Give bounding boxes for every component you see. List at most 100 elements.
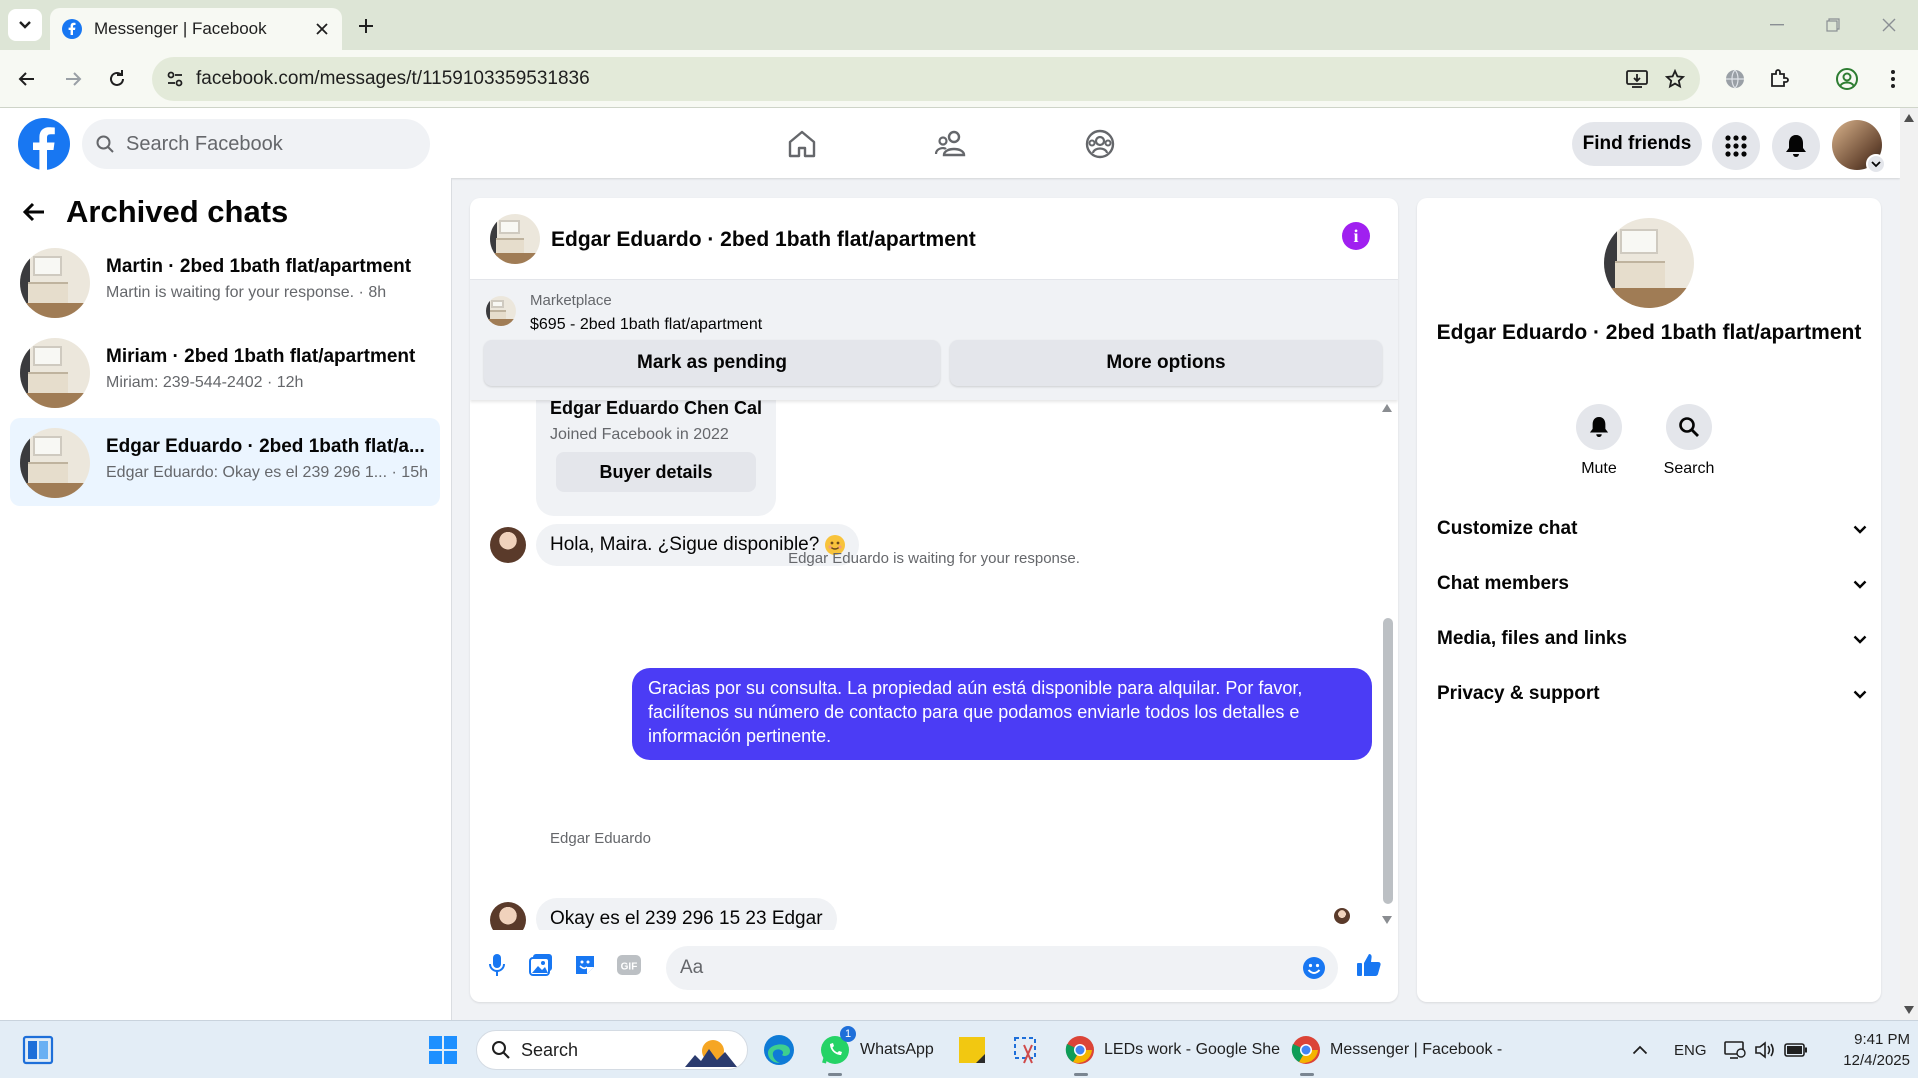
bookmark-star-icon[interactable] [1660, 64, 1690, 94]
gif-icon[interactable]: GIF [614, 950, 644, 980]
volume-icon[interactable] [1754, 1030, 1776, 1070]
photo-icon[interactable] [526, 950, 556, 980]
archived-chats-sidebar: Archived chats Martin · 2bed 1bath flat/… [0, 178, 452, 1020]
chat-name: Martin · 2bed 1bath flat/apartment [106, 256, 412, 277]
message-bubble-outgoing[interactable]: Gracias por su consulta. La propiedad aú… [632, 668, 1372, 760]
conversation-details-panel: Edgar Eduardo · 2bed 1bath flat/apartmen… [1417, 198, 1881, 1002]
listing-price-title[interactable]: $695 - 2bed 1bath flat/apartment [530, 316, 762, 334]
chevron-down-icon [1853, 525, 1867, 534]
sticker-icon[interactable] [570, 950, 600, 980]
notifications-bell-icon[interactable] [1772, 122, 1820, 170]
message-composer: GIF [470, 934, 1398, 1002]
facebook-top-nav: Find friends [0, 108, 1900, 178]
microphone-icon[interactable] [482, 950, 512, 980]
battery-icon[interactable] [1784, 1030, 1808, 1070]
chrome-window-label: LEDs work - Google She [1104, 1041, 1281, 1058]
listing-thumbnail[interactable] [490, 214, 540, 264]
buyer-details-button[interactable]: Buyer details [556, 452, 756, 492]
reload-icon[interactable] [100, 62, 134, 96]
chevron-down-icon [1853, 690, 1867, 699]
listing-thumbnail [486, 296, 516, 326]
media-files-links-section[interactable]: Media, files and links [1437, 614, 1867, 664]
address-bar[interactable]: facebook.com/messages/t/1159103359531836 [152, 57, 1700, 101]
restore-window-icon[interactable] [1808, 10, 1858, 40]
chat-scrollbar[interactable] [1380, 400, 1394, 930]
listing-thumbnail [20, 428, 90, 498]
avatar[interactable] [490, 902, 526, 930]
message-input-field[interactable] [666, 946, 1338, 990]
running-indicator [1300, 1073, 1314, 1076]
more-options-button[interactable]: More options [950, 340, 1382, 386]
page-scrollbar[interactable] [1900, 108, 1918, 1020]
mark-as-pending-button[interactable]: Mark as pending [484, 340, 940, 386]
friends-icon[interactable] [929, 122, 973, 166]
message-bubble-incoming[interactable]: Okay es el 239 296 15 23 Edgar [536, 898, 837, 930]
back-arrow-icon[interactable] [10, 62, 44, 96]
windows-start-icon[interactable] [428, 1030, 458, 1070]
browser-menu-icon[interactable] [1876, 62, 1910, 96]
message-list: Edgar Eduardo Chen Cal Joined Facebook i… [470, 400, 1398, 930]
emoji-icon[interactable] [1302, 956, 1326, 980]
new-tab-button[interactable] [350, 10, 382, 42]
facebook-favicon-icon [62, 19, 82, 39]
snipping-tool-icon[interactable] [1012, 1030, 1042, 1070]
details-title: Edgar Eduardo · 2bed 1bath flat/apartmen… [1436, 321, 1862, 344]
close-window-icon[interactable] [1864, 10, 1914, 40]
network-icon[interactable] [1724, 1030, 1746, 1070]
message-input[interactable] [680, 957, 1280, 979]
back-arrow-icon[interactable] [22, 201, 46, 223]
search-icon [96, 135, 114, 153]
tab-search-dropdown-button[interactable] [8, 9, 42, 41]
browser-tab-active[interactable]: Messenger | Facebook [50, 8, 342, 50]
mute-action[interactable]: Mute [1559, 404, 1639, 478]
tab-close-icon[interactable] [308, 15, 336, 43]
facebook-logo-icon[interactable] [18, 118, 70, 170]
profile-account-icon[interactable] [1830, 62, 1864, 96]
chat-list-item[interactable]: Martin · 2bed 1bath flat/apartment Marti… [10, 238, 440, 326]
globe-extension-icon[interactable] [1718, 62, 1752, 96]
listing-thumbnail[interactable] [1604, 218, 1694, 308]
customize-chat-section[interactable]: Customize chat [1437, 504, 1867, 554]
chat-list-item-active[interactable]: Edgar Eduardo · 2bed 1bath flat/a... Edg… [10, 418, 440, 506]
groups-icon[interactable] [1078, 122, 1122, 166]
chevron-down-icon [1853, 580, 1867, 589]
edge-browser-icon[interactable] [762, 1030, 796, 1070]
conversation-header: Edgar Eduardo · 2bed 1bath flat/apartmen… [470, 198, 1398, 280]
facebook-search-box[interactable] [82, 119, 430, 169]
find-friends-button[interactable]: Find friends [1572, 122, 1702, 166]
site-info-icon[interactable] [160, 64, 190, 94]
minimize-window-icon[interactable] [1752, 10, 1802, 40]
facebook-search-input[interactable] [126, 132, 406, 156]
whatsapp-taskbar-item[interactable]: WhatsApp 1 [818, 1026, 934, 1076]
forward-arrow-icon[interactable] [56, 62, 90, 96]
install-app-icon[interactable] [1622, 64, 1652, 94]
taskbar-search-box[interactable]: Search [476, 1030, 748, 1070]
home-icon[interactable] [780, 122, 824, 166]
chrome-sheets-taskbar-item[interactable]: LEDs work - Google She [1064, 1030, 1281, 1076]
thumbs-up-icon[interactable] [1354, 950, 1384, 980]
bell-icon[interactable] [1576, 404, 1622, 450]
marketplace-banner: Marketplace $695 - 2bed 1bath flat/apart… [470, 280, 1398, 400]
extensions-puzzle-icon[interactable] [1762, 62, 1796, 96]
system-clock[interactable]: 9:41 PM 12/4/2025 [1820, 1029, 1910, 1071]
chat-list-item[interactable]: Miriam · 2bed 1bath flat/apartment Miria… [10, 328, 440, 416]
chat-name: Miriam · 2bed 1bath flat/apartment [106, 346, 416, 367]
chat-members-section[interactable]: Chat members [1437, 559, 1867, 609]
listing-thumbnail [20, 338, 90, 408]
language-indicator[interactable]: ENG [1674, 1030, 1707, 1070]
sticky-notes-icon[interactable] [958, 1030, 986, 1070]
chat-preview: Edgar Eduardo: Okay es el 239 296 1... ·… [106, 464, 428, 481]
conversation-title[interactable]: Edgar Eduardo · 2bed 1bath flat/apartmen… [551, 228, 976, 252]
chevron-up-icon[interactable] [1632, 1030, 1648, 1070]
privacy-support-section[interactable]: Privacy & support [1437, 669, 1867, 719]
chevron-down-icon[interactable] [1866, 154, 1886, 174]
scrollbar-thumb[interactable] [1383, 618, 1393, 904]
chrome-messenger-taskbar-item[interactable]: Messenger | Facebook - [1290, 1030, 1502, 1076]
search-icon[interactable] [1666, 404, 1712, 450]
language-label: ENG [1674, 1041, 1707, 1059]
buyer-name: Edgar Eduardo Chen Cal [550, 400, 763, 418]
search-action[interactable]: Search [1649, 404, 1729, 478]
info-icon[interactable]: i [1342, 222, 1370, 250]
widgets-icon[interactable] [22, 1030, 54, 1070]
menu-grid-icon[interactable] [1712, 122, 1760, 170]
